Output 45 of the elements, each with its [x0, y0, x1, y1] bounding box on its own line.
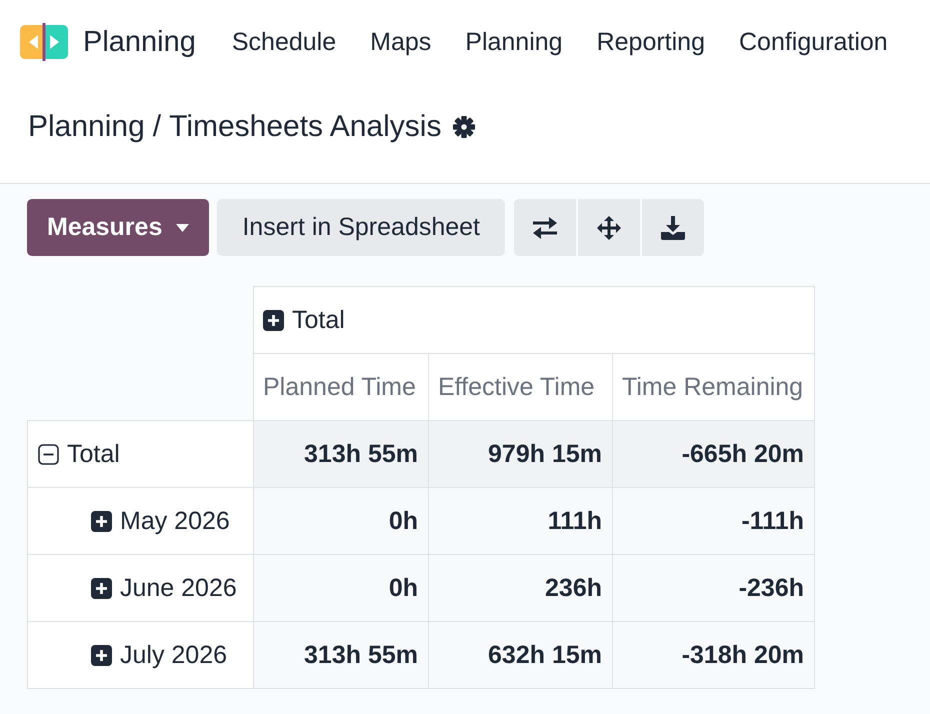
caret-icon — [176, 224, 190, 232]
row-header-label: June 2026 — [120, 574, 237, 602]
value-cell: 0h — [254, 488, 428, 554]
measures-button[interactable]: Measures — [27, 199, 210, 256]
expand-all-button[interactable] — [578, 199, 640, 256]
flip-axis-button[interactable] — [514, 199, 576, 256]
insert-spreadsheet-button[interactable]: Insert in Spreadsheet — [217, 199, 506, 256]
breadcrumb-current: Timesheets Analysis — [169, 110, 442, 144]
move-arrows-icon — [597, 216, 622, 240]
column-header-cell[interactable]: Total — [254, 286, 814, 354]
menu-item[interactable]: Planning — [448, 28, 580, 56]
column-header-label: Total — [292, 306, 345, 334]
value-cell: -111h — [612, 488, 814, 554]
row-header-label: Total — [67, 440, 120, 468]
breadcrumb-link[interactable]: Planning — [28, 110, 145, 144]
row-header-cell[interactable]: July 2026 — [28, 622, 254, 688]
download-icon — [661, 216, 686, 240]
settings-icon[interactable] — [453, 116, 476, 138]
app-name[interactable]: Planning — [83, 26, 196, 58]
row-header-label: July 2026 — [120, 640, 228, 670]
value-cell: 313h 55m — [254, 420, 428, 488]
menu-item[interactable]: Reporting — [580, 28, 722, 56]
value-cell: -665h 20m — [612, 420, 814, 488]
value-cell: 979h 15m — [428, 420, 612, 488]
value-cell: 236h — [428, 554, 612, 622]
row-header-cell[interactable]: Total — [28, 420, 254, 488]
value-cell: 111h — [428, 488, 612, 554]
swap-arrows-icon — [533, 216, 558, 238]
app-logo-icon[interactable] — [20, 23, 68, 61]
menu-item[interactable]: Configuration — [722, 28, 905, 56]
row-header-cell[interactable]: May 2026 — [28, 488, 254, 554]
menu-item[interactable]: Schedule — [214, 28, 354, 56]
value-cell: 313h 55m — [254, 622, 428, 688]
value-cell: -318h 20m — [612, 622, 814, 688]
menu-item[interactable]: Maps — [353, 28, 448, 56]
measure-header-cell[interactable]: Planned Time — [254, 354, 428, 420]
row-header-cell[interactable]: June 2026 — [28, 554, 254, 622]
download-button[interactable] — [642, 199, 704, 256]
value-cell: 632h 15m — [428, 622, 612, 688]
row-header-label: May 2026 — [120, 506, 230, 536]
value-cell: -236h — [612, 554, 814, 622]
measure-header-cell[interactable]: Effective Time — [428, 354, 612, 420]
value-cell: 0h — [254, 554, 428, 622]
breadcrumb-separator: / — [152, 110, 162, 144]
measure-header-cell[interactable]: Time Remaining — [612, 354, 814, 420]
